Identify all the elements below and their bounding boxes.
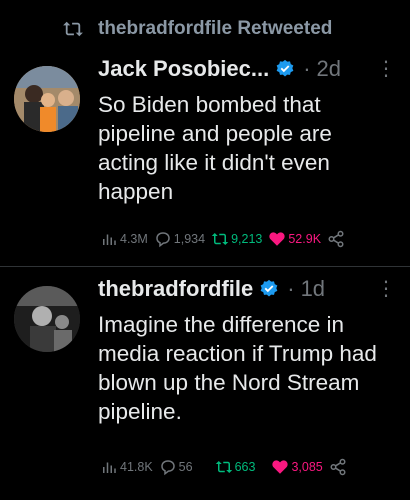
heart-icon <box>269 232 285 246</box>
verified-badge-icon <box>276 59 294 77</box>
views-count: 4.3M <box>120 232 148 246</box>
tweet-actions: 4.3M 1,934 9,213 52.9K <box>100 230 370 248</box>
reply-button[interactable]: 56 <box>159 458 193 476</box>
tweet[interactable]: Jack Posobiec... · 2d ⋮ So Biden bombed … <box>0 52 410 264</box>
author-name[interactable]: Jack Posobiec... <box>98 56 269 82</box>
views-button[interactable]: 4.3M <box>100 230 148 248</box>
retweet-count: 9,213 <box>231 232 263 246</box>
like-button[interactable]: 3,085 <box>271 458 323 476</box>
views-button[interactable]: 41.8K <box>100 458 153 476</box>
retweet-icon <box>211 233 229 245</box>
verified-badge-icon <box>260 279 278 297</box>
tweet-divider <box>0 266 410 267</box>
analytics-icon <box>103 234 116 245</box>
tweet-time[interactable]: 2d <box>317 56 341 82</box>
separator-dot: · <box>287 276 295 301</box>
author-name[interactable]: thebradfordfile <box>98 276 253 302</box>
tweet-text: Imagine the difference in media reaction… <box>98 312 377 424</box>
views-count: 41.8K <box>120 460 153 474</box>
tweet-actions: 41.8K 56 663 3,085 <box>100 458 370 476</box>
tweet-text: So Biden bombed that pipeline and people… <box>98 92 332 204</box>
like-button[interactable]: 52.9K <box>268 230 321 248</box>
tweet-time[interactable]: 1d <box>301 276 325 302</box>
tweet[interactable]: thebradfordfile · 1d ⋮ Imagine the diffe… <box>0 272 410 500</box>
share-button[interactable] <box>327 230 345 248</box>
tweet-header: Jack Posobiec... · 2d ⋮ <box>98 56 396 82</box>
retweet-icon <box>63 21 83 37</box>
more-options-icon[interactable]: ⋮ <box>376 56 396 81</box>
like-count: 52.9K <box>288 232 322 246</box>
avatar[interactable] <box>14 66 80 132</box>
separator-dot: · <box>303 56 311 81</box>
reply-count: 1,934 <box>173 232 206 246</box>
analytics-icon <box>103 462 116 473</box>
heart-icon <box>272 460 289 474</box>
reply-icon <box>156 232 170 248</box>
retweet-button[interactable]: 9,213 <box>211 230 262 248</box>
retweet-icon <box>215 461 232 473</box>
reply-button[interactable]: 1,934 <box>154 230 205 248</box>
tweet-header: thebradfordfile · 1d ⋮ <box>98 276 396 302</box>
more-options-icon[interactable]: ⋮ <box>376 276 396 301</box>
retweet-header[interactable]: thebradfordfile Retweeted <box>62 18 332 40</box>
retweet-button[interactable]: 663 <box>215 458 256 476</box>
share-button[interactable] <box>329 458 347 476</box>
share-icon <box>330 458 346 476</box>
share-icon <box>328 230 344 248</box>
reply-count: 56 <box>178 460 193 474</box>
retweet-count: 663 <box>234 460 256 474</box>
retweet-header-text: thebradfordfile Retweeted <box>98 18 333 39</box>
like-count: 3,085 <box>291 460 323 474</box>
avatar[interactable] <box>14 286 80 352</box>
reply-icon <box>160 460 175 476</box>
